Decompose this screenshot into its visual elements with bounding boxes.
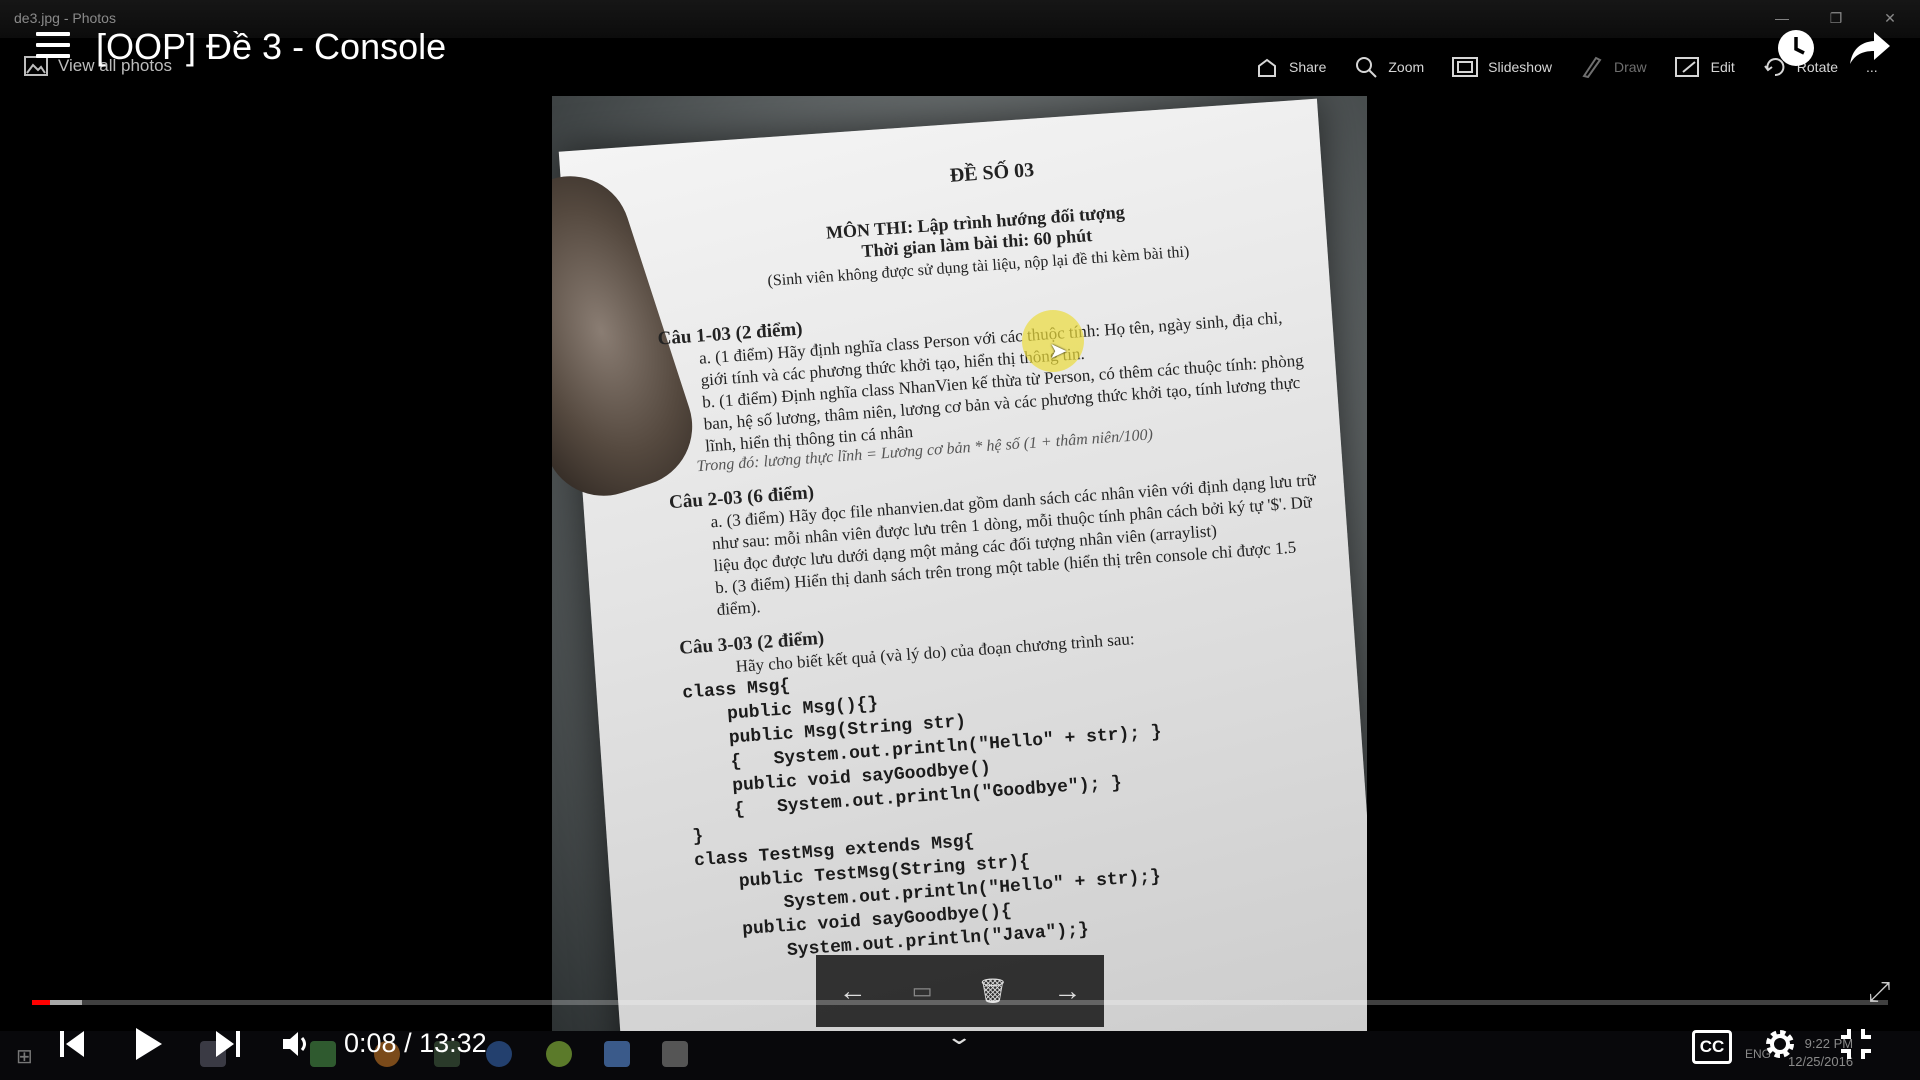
toolbar-zoom[interactable]: Zoom <box>1354 56 1424 78</box>
skip-previous-icon <box>60 1031 84 1057</box>
time-display: 0:08 / 13:32 <box>344 1028 487 1059</box>
toolbar-slideshow-label: Slideshow <box>1488 59 1552 75</box>
captions-button[interactable]: CC <box>1692 1030 1732 1064</box>
exit-fullscreen-button[interactable] <box>1836 1022 1876 1066</box>
previous-button[interactable] <box>56 1022 88 1066</box>
time-separator: / <box>404 1028 412 1058</box>
exam-text: ĐỀ SỐ 03 MÔN THI: Lập trình hướng đối tư… <box>647 141 1350 969</box>
photos-taskbar-icon[interactable] <box>662 1041 688 1067</box>
volume-icon <box>283 1032 306 1056</box>
share-icon <box>1258 58 1276 77</box>
toolbar-edit-label: Edit <box>1710 59 1735 75</box>
edit-icon <box>1674 57 1699 77</box>
next-button[interactable] <box>212 1022 244 1066</box>
taskbar-app-icon[interactable] <box>604 1041 630 1067</box>
close-button[interactable]: ✕ <box>1872 6 1908 30</box>
draw-icon <box>1582 56 1602 78</box>
mouse-cursor-icon: ➤ <box>1049 338 1068 363</box>
play-button[interactable] <box>128 1022 168 1066</box>
toolbar-draw: Draw <box>1580 56 1647 78</box>
time-current: 0:08 <box>344 1028 397 1058</box>
taskbar-app-icon[interactable] <box>546 1041 572 1067</box>
video-title[interactable]: [OOP] Đề 3 - Console <box>96 26 446 68</box>
toolbar-share-label: Share <box>1289 59 1327 75</box>
chevron-down-icon[interactable]: ⌄ <box>945 1024 973 1050</box>
toolbar-draw-label: Draw <box>1613 59 1647 75</box>
time-total: 13:32 <box>419 1028 487 1058</box>
toolbar-edit[interactable]: Edit <box>1674 56 1735 78</box>
watch-later-icon[interactable] <box>1776 28 1816 68</box>
exit-fullscreen-icon <box>1841 1029 1871 1059</box>
zoom-icon <box>1356 57 1378 78</box>
photo-nav-bar: ← ▭ 🗑 → <box>816 955 1104 1027</box>
code-snippet: class Msg{ public Msg(){} public Msg(Str… <box>681 676 1163 968</box>
share-arrow-icon[interactable] <box>1848 28 1892 68</box>
toolbar-zoom-label: Zoom <box>1388 59 1425 75</box>
toolbar-slideshow[interactable]: Slideshow <box>1452 56 1552 78</box>
photo-image: ĐỀ SỐ 03 MÔN THI: Lập trình hướng đối tư… <box>552 96 1367 1031</box>
restore-button[interactable]: ❐ <box>1818 6 1854 30</box>
progress-played <box>32 1000 51 1005</box>
slideshow-icon <box>1452 57 1479 77</box>
toolbar-share[interactable]: Share <box>1255 56 1326 78</box>
app-title: de3.jpg - Photos <box>14 10 116 26</box>
settings-button[interactable] <box>1760 1022 1800 1066</box>
progress-bar[interactable] <box>32 1000 1888 1005</box>
menu-icon[interactable] <box>36 32 70 60</box>
play-icon <box>136 1028 162 1060</box>
minimize-button[interactable]: — <box>1764 6 1800 30</box>
windows-start-icon[interactable]: ⊞ <box>16 1044 33 1069</box>
gear-icon <box>1766 1030 1794 1058</box>
volume-button[interactable] <box>280 1022 316 1066</box>
expand-icon[interactable]: ⤢ <box>1868 976 1890 1009</box>
skip-next-icon <box>216 1031 240 1057</box>
taskbar-app-icon[interactable] <box>486 1041 512 1067</box>
